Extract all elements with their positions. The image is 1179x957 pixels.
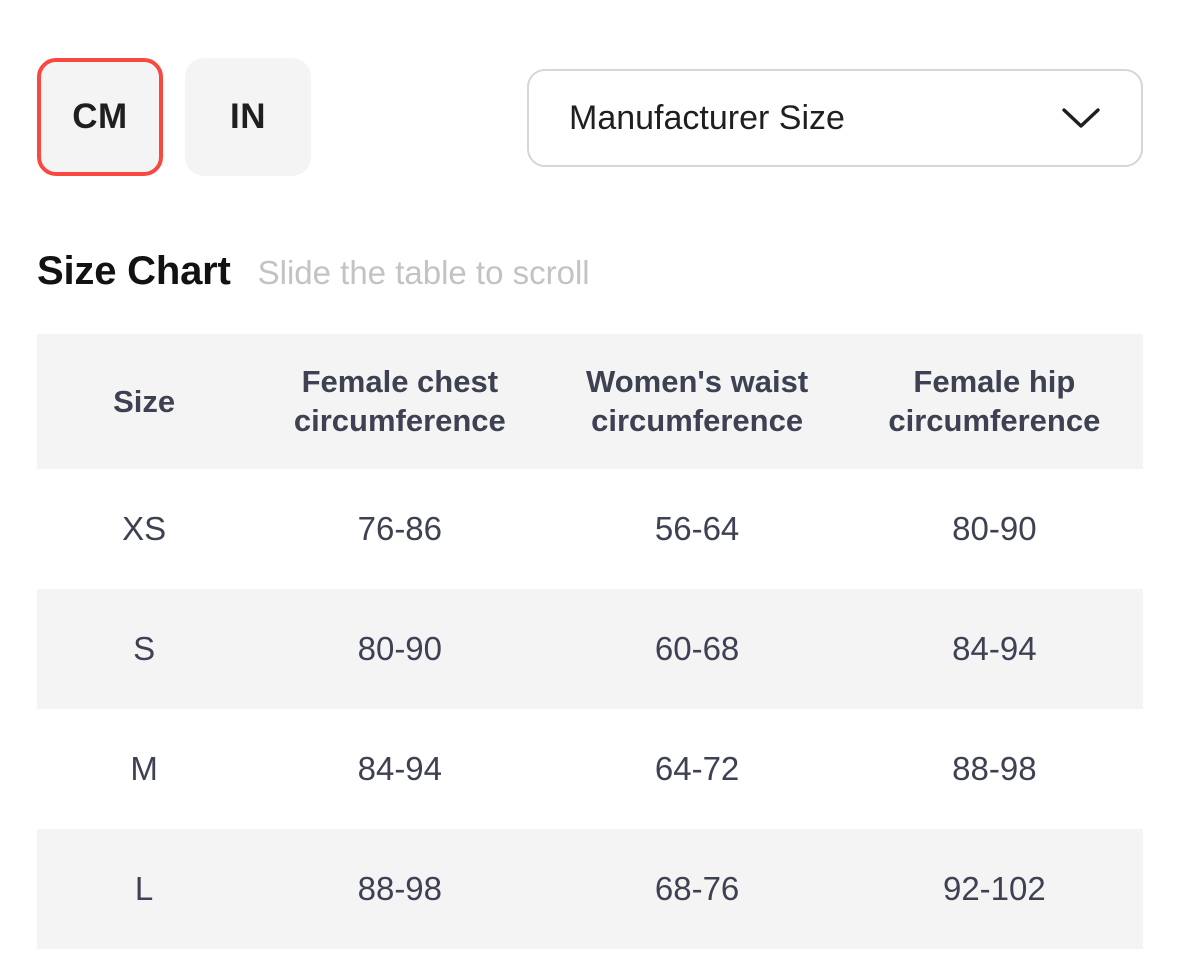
unit-and-size-controls: CM IN Manufacturer Size xyxy=(0,0,1179,230)
column-header-chest: Female chest circumference xyxy=(251,334,549,469)
unit-button-in[interactable]: IN xyxy=(185,58,311,176)
cell-hip: 80-90 xyxy=(845,468,1143,589)
cell-size: S xyxy=(37,588,252,709)
cell-size: M xyxy=(37,708,252,829)
column-header-chest-line1: Female chest xyxy=(301,364,499,399)
column-header-waist: Women's waist circumference xyxy=(548,334,846,469)
cell-waist: 56-64 xyxy=(548,468,846,589)
table-row: S 80-90 60-68 84-94 xyxy=(37,588,1143,709)
table-row: L 88-98 68-76 92-102 xyxy=(37,828,1143,949)
scroll-hint-text: Slide the table to scroll xyxy=(257,254,590,291)
cell-hip: 84-94 xyxy=(845,588,1143,709)
cell-chest: 88-98 xyxy=(251,828,549,949)
table-body: XS 76-86 56-64 80-90 S 80-90 60-68 84-94… xyxy=(37,468,1143,949)
unit-button-cm[interactable]: CM xyxy=(37,58,163,176)
unit-toggle-group: CM IN xyxy=(37,58,311,176)
table-row: XS 76-86 56-64 80-90 xyxy=(37,468,1143,589)
column-header-hip-line2: circumference xyxy=(888,403,1101,439)
cell-chest: 76-86 xyxy=(251,468,549,589)
manufacturer-size-select[interactable]: Manufacturer Size xyxy=(527,69,1143,167)
manufacturer-size-value: Manufacturer Size xyxy=(569,98,845,137)
column-header-chest-line2: circumference xyxy=(293,403,506,439)
cell-chest: 84-94 xyxy=(251,708,549,829)
column-header-waist-line2: circumference xyxy=(591,403,804,439)
column-header-size: Size xyxy=(37,334,252,469)
cell-waist: 64-72 xyxy=(548,708,846,829)
page-title: Size Chart xyxy=(37,249,231,293)
cell-waist: 60-68 xyxy=(548,588,846,709)
column-header-hip: Female hip circumference xyxy=(845,334,1143,469)
size-table: Size Female chest circumference Women's … xyxy=(37,334,1143,949)
cell-size: L xyxy=(37,828,252,949)
cell-chest: 80-90 xyxy=(251,588,549,709)
table-header-row: Size Female chest circumference Women's … xyxy=(37,334,1143,469)
cell-hip: 92-102 xyxy=(845,828,1143,949)
cell-hip: 88-98 xyxy=(845,708,1143,829)
size-table-scroll-container[interactable]: Size Female chest circumference Women's … xyxy=(37,334,1143,949)
column-header-waist-line1: Women's waist xyxy=(586,364,809,399)
cell-size: XS xyxy=(37,468,252,589)
column-header-hip-line1: Female hip xyxy=(913,364,1076,399)
size-chart-heading: Size Chart Slide the table to scroll xyxy=(37,249,590,294)
table-header: Size Female chest circumference Women's … xyxy=(37,334,1143,469)
chevron-down-icon xyxy=(1061,106,1101,130)
cell-waist: 68-76 xyxy=(548,828,846,949)
column-header-size-line1: Size xyxy=(113,383,176,419)
table-row: M 84-94 64-72 88-98 xyxy=(37,708,1143,829)
